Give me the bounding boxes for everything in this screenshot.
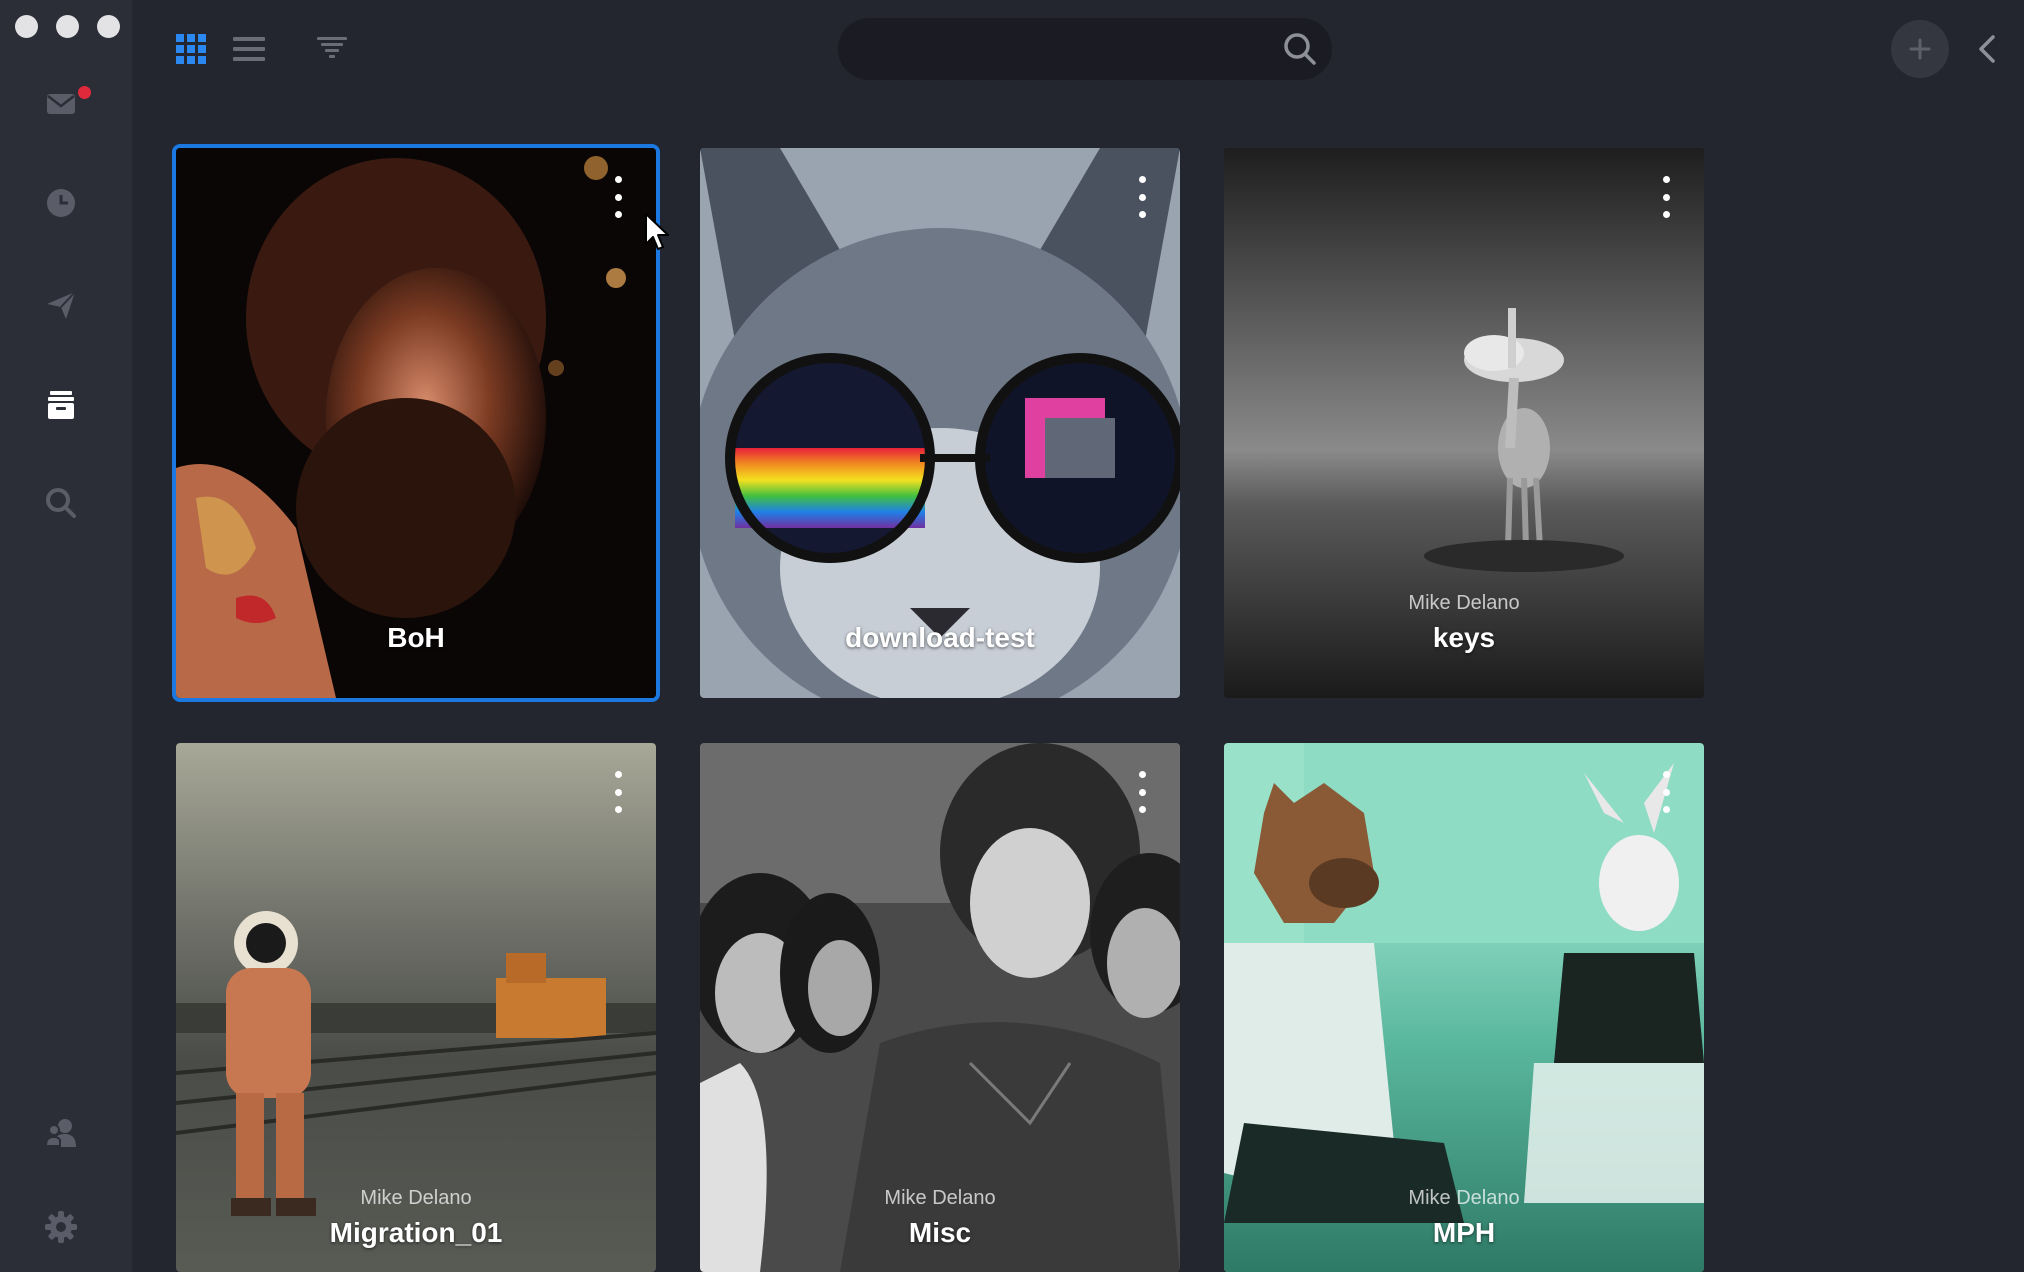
- sidebar-item-contacts[interactable]: [42, 1114, 80, 1152]
- album-card[interactable]: Mike Delano MPH: [1224, 743, 1704, 1272]
- sidebar-item-recent[interactable]: [42, 184, 80, 222]
- card-menu-button[interactable]: [608, 771, 628, 813]
- card-menu-button[interactable]: [608, 176, 628, 218]
- sidebar-item-settings[interactable]: [42, 1208, 80, 1246]
- mouse-cursor-icon: [645, 213, 669, 250]
- grid-view-button[interactable]: [171, 30, 211, 68]
- card-menu-button[interactable]: [1656, 771, 1676, 813]
- card-image-bearded-man: [176, 148, 656, 698]
- list-view-button[interactable]: [229, 30, 269, 68]
- sidebar-item-archive[interactable]: [42, 386, 80, 424]
- grid-icon: [176, 34, 206, 64]
- notification-dot: [78, 86, 91, 99]
- album-card[interactable]: Mike Delano keys: [1224, 148, 1704, 698]
- filter-button[interactable]: [312, 30, 352, 68]
- paper-plane-icon: [47, 291, 76, 319]
- card-menu-button[interactable]: [1656, 176, 1676, 218]
- card-title: MPH: [1432, 1217, 1496, 1248]
- archive-box-icon: [48, 391, 74, 419]
- card-title: download-test: [845, 622, 1035, 653]
- card-menu-button[interactable]: [1132, 771, 1152, 813]
- search-input[interactable]: [862, 18, 1266, 82]
- clock-icon: [47, 189, 75, 217]
- mail-icon: [47, 94, 75, 114]
- search-icon: [46, 488, 76, 518]
- card-image-cat-sunglasses: [700, 148, 1180, 698]
- plus-icon: [1909, 38, 1931, 60]
- album-card[interactable]: download-test: [700, 148, 1180, 698]
- card-owner: Mike Delano: [360, 1187, 472, 1209]
- sidebar: [0, 0, 132, 1272]
- card-owner: Mike Delano: [884, 1187, 996, 1209]
- window-close-button[interactable]: [15, 15, 38, 38]
- search-icon[interactable]: [1282, 31, 1318, 67]
- sidebar-item-inbox[interactable]: [42, 84, 80, 122]
- card-title: BoH: [387, 622, 445, 653]
- search-bar: [838, 18, 1332, 82]
- sidebar-item-sent[interactable]: [42, 286, 80, 324]
- album-card[interactable]: Mike Delano Misc: [700, 743, 1180, 1272]
- card-image-giraffe-island: [1224, 148, 1704, 698]
- card-title: Migration_01: [329, 1217, 503, 1248]
- card-owner: Mike Delano: [1408, 592, 1520, 614]
- contacts-icon: [44, 1119, 76, 1147]
- window-zoom-button[interactable]: [97, 15, 120, 38]
- window-minimize-button[interactable]: [56, 15, 79, 38]
- list-icon: [233, 37, 265, 61]
- card-menu-button[interactable]: [1132, 176, 1152, 218]
- card-title: Misc: [908, 1217, 972, 1248]
- filter-icon: [317, 37, 347, 58]
- card-title: keys: [1432, 622, 1496, 653]
- add-button[interactable]: [1891, 20, 1949, 78]
- card-owner: Mike Delano: [1408, 1187, 1520, 1209]
- gear-icon: [45, 1211, 77, 1243]
- chevron-left-icon[interactable]: [1972, 32, 2004, 66]
- album-card[interactable]: Mike Delano Migration_01: [176, 743, 656, 1272]
- album-card[interactable]: BoH: [172, 144, 660, 702]
- sidebar-item-search[interactable]: [42, 484, 80, 522]
